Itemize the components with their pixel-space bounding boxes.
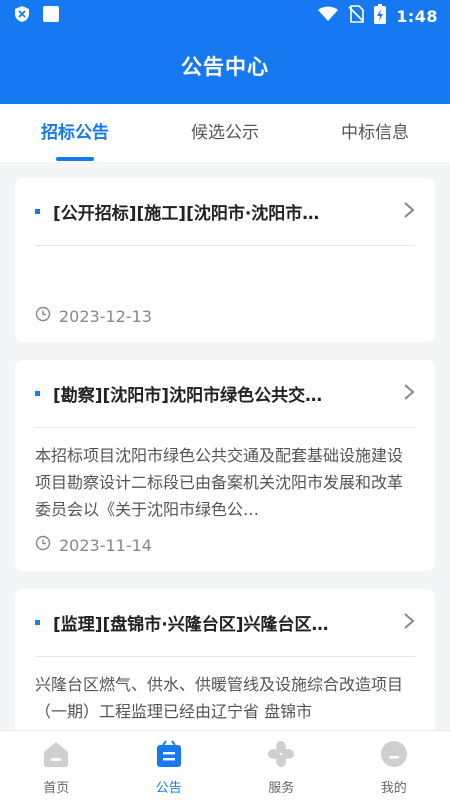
list-item[interactable]: [监理][盘锦市·兴隆台区]兴隆台区… 兴隆台区燃气、供水、供暖管线及设施综合改… [15,589,435,730]
nav-label: 服务 [268,781,295,796]
notification-square-icon [42,5,60,27]
item-title: [勘察][沈阳市]沈阳市绿色公共交… [53,386,323,406]
clock-icon [35,535,51,555]
tab-winning-info[interactable]: 中标信息 [300,104,450,162]
item-summary: 兴隆台区燃气、供水、供暖管线及设施综合改造项目（一期）工程监理已经由辽宁省 盘锦… [35,675,404,721]
item-title: [公开招标][施工][沈阳市·沈阳市… [53,204,320,224]
nav-home[interactable]: 首页 [0,731,113,800]
item-summary [35,246,415,294]
nav-label: 公告 [155,781,182,796]
list-item[interactable]: [勘察][沈阳市]沈阳市绿色公共交… 本招标项目沈阳市绿色公共交通及配套基础设施… [15,360,435,571]
announcement-list[interactable]: [公开招标][施工][沈阳市·沈阳市… 2023-12-13 [勘察][沈阳市]… [0,162,450,730]
no-sim-icon [348,5,365,27]
list-item[interactable]: [公开招标][施工][沈阳市·沈阳市… 2023-12-13 [15,178,435,342]
nav-label: 我的 [380,781,407,796]
tab-bidding-announcement[interactable]: 招标公告 [0,104,150,162]
bullet-marker [35,391,40,396]
bullet-marker [35,209,40,214]
service-icon [266,739,296,773]
app-header: 1:48 公告中心 [0,0,450,104]
page-title: 公告中心 [181,55,269,79]
status-bar: 1:48 [0,0,450,32]
chevron-right-icon [403,612,415,634]
nav-service[interactable]: 服务 [225,731,338,800]
nav-notice[interactable]: 公告 [113,731,226,800]
item-date: 2023-12-13 [59,306,152,326]
bullet-marker [35,620,40,625]
battery-icon [374,4,387,28]
home-icon [41,739,71,773]
chevron-right-icon [403,383,415,405]
clock-icon [35,306,51,326]
notice-icon [154,739,184,773]
profile-icon [379,739,409,773]
item-title: [监理][盘锦市·兴隆台区]兴隆台区… [53,615,329,635]
wifi-icon [318,6,339,26]
status-time: 1:48 [396,6,438,26]
item-summary: 本招标项目沈阳市绿色公共交通及配套基础设施建设项目勘察设计二标段已由备案机关沈阳… [35,446,404,519]
nav-profile[interactable]: 我的 [338,731,450,800]
item-date: 2023-11-14 [59,535,152,555]
shield-icon [14,5,30,27]
tab-bar: 招标公告 候选公示 中标信息 [0,104,450,162]
tab-candidate-publicity[interactable]: 候选公示 [150,104,300,162]
nav-label: 首页 [43,781,70,796]
bottom-nav: 首页 公告 服务 我的 [0,730,450,800]
chevron-right-icon [403,201,415,223]
